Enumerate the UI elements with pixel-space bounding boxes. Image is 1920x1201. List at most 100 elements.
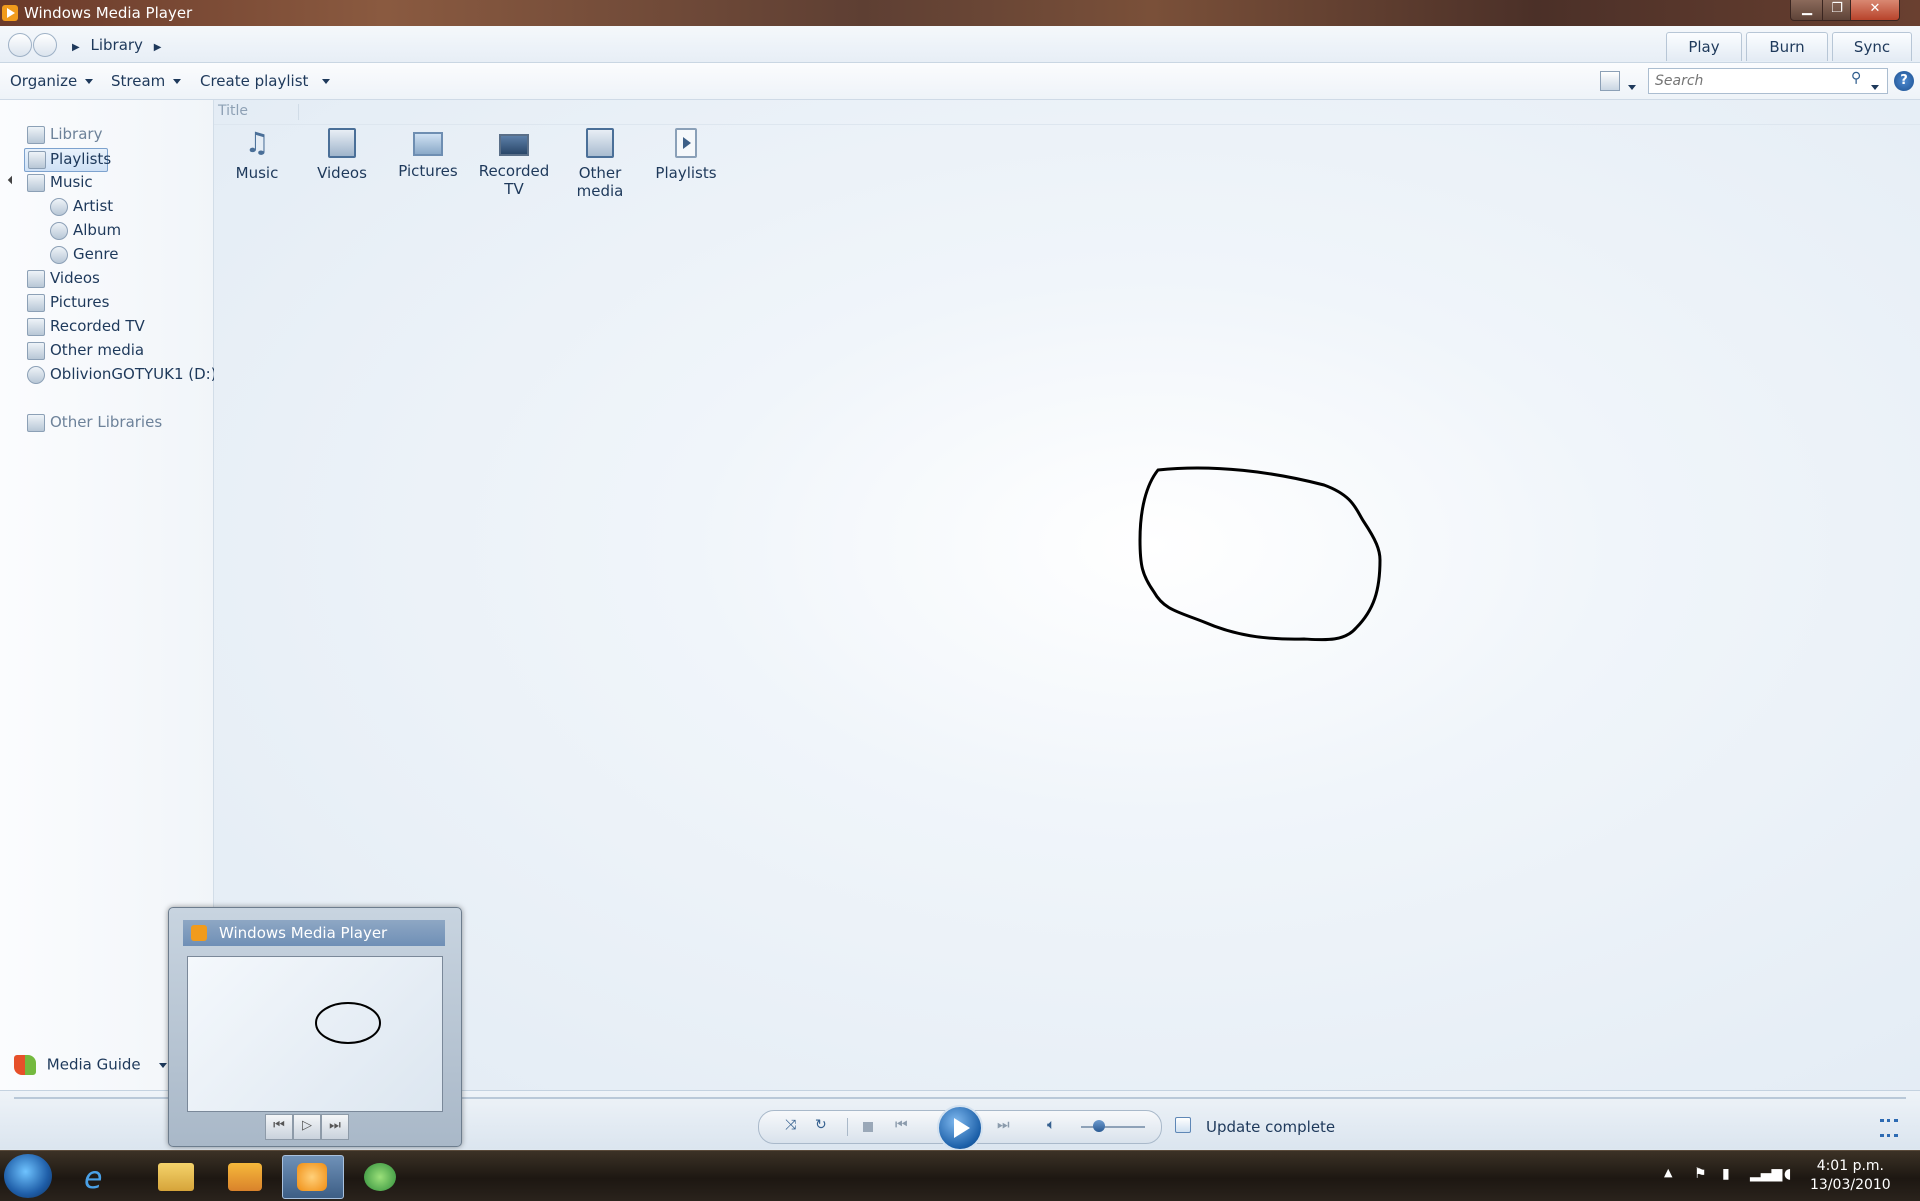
tile-label: Recorded: [478, 162, 550, 180]
playlist-icon: [675, 128, 697, 158]
thumbnail-title: Windows Media Player: [183, 920, 445, 946]
tile-label-line2: TV: [504, 180, 524, 198]
speaker-icon[interactable]: 🔈︎: [1047, 1117, 1055, 1133]
other-media-icon: [27, 342, 45, 360]
caret-down-icon[interactable]: [159, 1062, 168, 1068]
nav-album[interactable]: Album: [0, 220, 200, 242]
sync-status-icon: [1175, 1117, 1191, 1133]
action-center-flag-icon[interactable]: ⚑: [1694, 1166, 1707, 1182]
minimize-button[interactable]: ▁: [1790, 0, 1824, 21]
tile-music[interactable]: ♫ Music: [217, 128, 297, 183]
maximize-button[interactable]: ❐: [1822, 0, 1852, 21]
search-input[interactable]: [1653, 71, 1857, 91]
nav-playlists[interactable]: Playlists: [24, 148, 112, 172]
film-icon: [328, 128, 356, 158]
nav-drive[interactable]: OblivionGOTYUK1 (D:): [0, 364, 217, 386]
show-hidden-icons[interactable]: ▲: [1664, 1166, 1672, 1179]
create-playlist-label: Create playlist: [200, 72, 309, 90]
nav-other-libraries[interactable]: Other Libraries: [0, 412, 200, 434]
tile-label: Other: [578, 164, 622, 182]
nav-music[interactable]: Music: [0, 172, 200, 194]
repeat-icon[interactable]: ↻: [815, 1117, 827, 1133]
volume-slider[interactable]: [1081, 1126, 1145, 1128]
battery-icon[interactable]: ▮: [1722, 1166, 1730, 1182]
tv-icon: [27, 318, 45, 336]
media-player-icon: [297, 1163, 327, 1191]
tv-icon: [499, 134, 529, 156]
create-playlist-menu[interactable]: Create playlist: [200, 72, 331, 90]
network-icon[interactable]: ▂▄▆: [1750, 1166, 1782, 1182]
tile-pictures[interactable]: Pictures: [388, 128, 468, 180]
switch-to-now-playing-icon[interactable]: [1880, 1119, 1898, 1137]
column-title[interactable]: Title: [218, 103, 248, 119]
start-button[interactable]: [4, 1154, 52, 1198]
tab-sync[interactable]: Sync: [1832, 32, 1912, 61]
shuffle-icon[interactable]: ⤨: [785, 1117, 796, 1133]
close-button[interactable]: ✕: [1850, 0, 1900, 21]
playback-controls: ⤨ ↻ ⏮ ⏭ 🔈︎: [758, 1105, 1162, 1151]
next-icon[interactable]: ⏭: [997, 1117, 1010, 1133]
tab-play[interactable]: Play: [1666, 32, 1742, 61]
organize-menu[interactable]: Organize: [10, 72, 94, 90]
hand-drawn-circle-annotation: [1138, 466, 1382, 642]
tile-label: Pictures: [398, 162, 458, 180]
nav-playlists-label: Playlists: [50, 150, 112, 168]
nav-other-media-label: Other media: [50, 341, 145, 359]
nav-library[interactable]: Library: [0, 124, 200, 146]
library-icon: [27, 126, 45, 144]
chevron-right-icon[interactable]: ▶: [154, 42, 162, 53]
tile-label: Music: [235, 164, 279, 182]
thumbnail-previous-button[interactable]: ⏮: [265, 1114, 293, 1140]
nav-videos[interactable]: Videos: [0, 268, 200, 290]
nav-pictures[interactable]: Pictures: [0, 292, 200, 314]
search-icon[interactable]: ⚲: [1851, 70, 1861, 86]
nav-artist[interactable]: Artist: [0, 196, 200, 218]
stream-menu[interactable]: Stream: [111, 72, 182, 90]
thumbnail-play-button[interactable]: ▷: [293, 1114, 321, 1140]
forward-button[interactable]: [33, 33, 57, 57]
picture-icon: [413, 132, 443, 156]
tile-playlists[interactable]: Playlists: [646, 128, 726, 182]
previous-icon[interactable]: ⏮: [895, 1117, 908, 1133]
help-icon[interactable]: ?: [1894, 71, 1914, 91]
volume-tray-icon[interactable]: ◖: [1784, 1166, 1791, 1182]
volume-knob[interactable]: [1093, 1120, 1105, 1132]
caret-down-icon: [322, 79, 331, 84]
expand-collapse-icon[interactable]: [7, 175, 17, 185]
taskbar-thumbnail-preview[interactable]: Windows Media Player ⏮ ▷ ⏭: [168, 907, 462, 1147]
media-guide[interactable]: Media Guide: [14, 1055, 168, 1075]
taskbar-outlook[interactable]: [214, 1155, 274, 1197]
nav-music-label: Music: [50, 173, 93, 191]
taskbar-explorer[interactable]: [146, 1155, 206, 1197]
taskbar-internet-explorer[interactable]: e: [70, 1155, 130, 1197]
nav-genre[interactable]: Genre: [0, 244, 200, 266]
tile-other-media[interactable]: Other media: [560, 128, 640, 200]
search-dropdown-icon[interactable]: [1871, 78, 1879, 96]
search-box[interactable]: ⚲: [1648, 68, 1888, 94]
tile-videos[interactable]: Videos: [302, 128, 382, 182]
play-button[interactable]: [937, 1105, 983, 1151]
chevron-right-icon: ▶: [72, 42, 80, 53]
back-button[interactable]: [8, 33, 32, 57]
nav-other-libraries-label: Other Libraries: [50, 413, 163, 431]
nav-recorded-tv[interactable]: Recorded TV: [0, 316, 200, 338]
breadcrumb[interactable]: ▶ Library ▶: [72, 36, 161, 54]
clock-date: 13/03/2010: [1810, 1177, 1891, 1193]
breadcrumb-library[interactable]: Library: [90, 36, 142, 54]
thumbnail-image: [187, 956, 443, 1112]
view-options-dropdown-icon[interactable]: [1628, 78, 1636, 96]
playlist-icon: [28, 151, 46, 169]
disc-icon: [27, 366, 45, 384]
view-options-icon[interactable]: [1600, 71, 1620, 91]
thumbnail-next-button[interactable]: ⏭: [321, 1114, 349, 1140]
stop-icon[interactable]: [863, 1122, 873, 1132]
title-bar: Windows Media Player ▁ ❐ ✕: [0, 0, 1920, 26]
system-clock[interactable]: 4:01 p.m. 13/03/2010: [1810, 1157, 1891, 1195]
taskbar-media-player[interactable]: [282, 1155, 344, 1199]
outlook-icon: [228, 1163, 262, 1191]
tile-recorded-tv[interactable]: Recorded TV: [474, 128, 554, 198]
taskbar-messenger[interactable]: [350, 1155, 410, 1197]
nav-drive-label: OblivionGOTYUK1 (D:): [50, 365, 217, 383]
tab-burn[interactable]: Burn: [1746, 32, 1828, 61]
nav-other-media[interactable]: Other media: [0, 340, 200, 362]
